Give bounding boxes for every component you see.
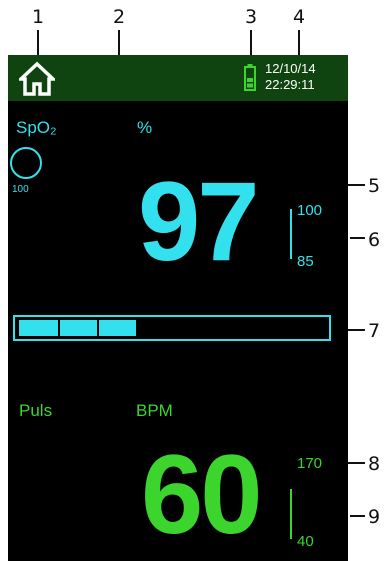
spo2-value: 97 — [138, 159, 260, 284]
pulse-label: Puls — [19, 401, 53, 420]
callout-2: 2 — [113, 6, 126, 28]
spo2-unit: % — [137, 118, 153, 137]
device-screen: 12/10/14 22:29:11 SpO₂ % 100 97 100 85 P… — [8, 55, 348, 561]
battery-icon — [244, 64, 256, 91]
callout-7: 7 — [368, 320, 381, 342]
status-header: 12/10/14 22:29:11 — [8, 55, 348, 101]
callout-9: 9 — [368, 506, 381, 528]
date-time: 12/10/14 22:29:11 — [265, 61, 316, 93]
home-icon[interactable] — [19, 61, 55, 97]
callout-6: 6 — [368, 229, 381, 251]
time-text: 22:29:11 — [265, 77, 315, 92]
spo2-scale-label: 100 — [12, 184, 29, 195]
pulse-unit: BPM — [136, 401, 173, 420]
pulse-limit-bracket — [290, 489, 298, 539]
leader-line-6 — [350, 237, 365, 239]
date-text: 12/10/14 — [265, 61, 316, 76]
pulse-value: 60 — [141, 432, 263, 557]
pulse-limit-low: 40 — [297, 533, 314, 550]
bar-segment — [19, 320, 58, 336]
bar-segment — [60, 320, 97, 336]
callout-1: 1 — [32, 6, 45, 28]
callout-5: 5 — [368, 175, 381, 197]
leader-line-9 — [350, 515, 365, 517]
spo2-indicator-circle — [10, 147, 42, 179]
callout-8: 8 — [368, 453, 381, 475]
callout-3: 3 — [245, 6, 258, 28]
spo2-label: SpO₂ — [16, 118, 57, 137]
spo2-limit-low: 85 — [297, 253, 314, 270]
callout-4: 4 — [293, 6, 306, 28]
spo2-limit-high: 100 — [297, 202, 323, 219]
bar-segment — [99, 320, 136, 336]
spo2-bar-graph — [13, 315, 331, 341]
pulse-limit-high: 170 — [297, 455, 323, 472]
